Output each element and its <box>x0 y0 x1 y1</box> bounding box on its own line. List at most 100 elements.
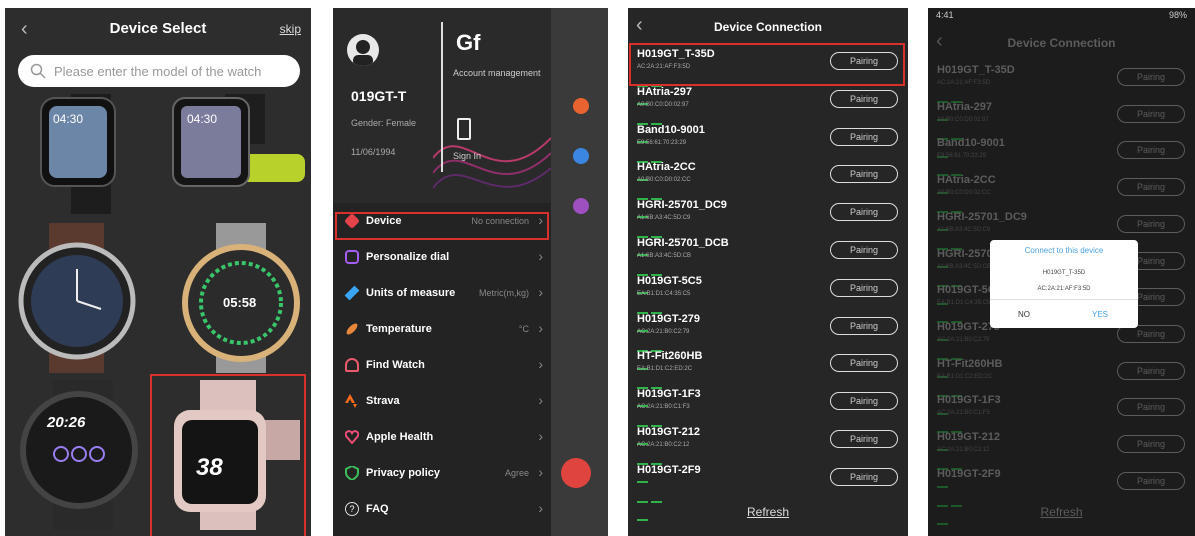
menu-item-units[interactable]: Units of measure Metric(m,kg) › <box>333 276 551 312</box>
pairing-button[interactable]: Pairing <box>830 430 898 448</box>
signal-strength-icon <box>637 301 677 332</box>
ruler-icon <box>344 285 360 301</box>
device-row[interactable]: H019GT-1F3 AC:2A:21:B0:C1:F3 Pairing <box>928 394 1195 452</box>
skip-link[interactable]: skip <box>280 22 301 36</box>
pairing-button[interactable]: Pairing <box>830 354 898 373</box>
watch-option-2[interactable]: 04:30 <box>165 94 305 234</box>
pairing-button[interactable]: Pairing <box>1117 398 1185 417</box>
device-mac: A0:B0:C0:D0:02:CC <box>937 190 991 197</box>
device-mac: AC:2A:21:B0:C2:12 <box>637 442 690 448</box>
device-name: Band10-9001 <box>937 137 1005 150</box>
device-row[interactable]: H019GT-2F9 Pairing <box>928 468 1195 525</box>
device-row[interactable]: H019GT-279 AC:2A:21:B0:C2:79 Pairing <box>628 313 908 370</box>
sign-in-icon[interactable] <box>457 118 471 140</box>
search-input[interactable]: Please enter the model of the watch <box>18 55 300 87</box>
profile-panel: 019GT-T Gender: Female 11/06/1994 Gf Acc… <box>333 8 551 203</box>
menu-item-personalize-dial[interactable]: Personalize dial › <box>333 240 551 276</box>
question-icon: ? <box>345 502 359 516</box>
connect-dialog: Connect to this device H019GT_T-35D AC:2… <box>990 240 1138 328</box>
pairing-button[interactable]: Pairing <box>1117 104 1185 123</box>
signal-strength-icon <box>937 310 977 342</box>
device-row[interactable]: HAtria-297 A0:B0:C0:D0:02:97 Pairing <box>928 101 1195 158</box>
pairing-button[interactable]: Pairing <box>1117 178 1185 197</box>
pairing-button[interactable]: Pairing <box>1117 471 1185 490</box>
pairing-button[interactable]: Pairing <box>830 316 898 335</box>
device-row[interactable]: HT-Fit260HB EA:B1:D1:C2:ED:2C Pairing <box>628 350 908 408</box>
chevron-right-icon: › <box>538 464 543 480</box>
device-row[interactable]: H019GT-2F9 Pairing <box>628 464 908 521</box>
menu-item-faq[interactable]: ? FAQ › <box>333 492 551 528</box>
signal-strength-icon <box>637 187 677 219</box>
watch-option-5[interactable]: 20:26 <box>13 380 153 530</box>
device-row[interactable]: HGRI-25701_DC9 A1:6B:A3:4C:5D:C9 Pairing <box>628 199 908 257</box>
device-row[interactable]: HAtria-2CC A0:B0:C0:D0:02:CC Pairing <box>928 174 1195 232</box>
menu-item-value: Metric(m,kg) <box>479 288 529 298</box>
pairing-button[interactable]: Pairing <box>830 392 898 411</box>
pairing-button[interactable]: Pairing <box>830 278 898 297</box>
pairing-button[interactable]: Pairing <box>830 165 898 184</box>
signal-strength-icon <box>937 494 977 525</box>
thermometer-icon <box>344 321 360 337</box>
device-mac: AC:2A:21:AF:F3:5D <box>937 80 991 86</box>
device-name: HAtria-2CC <box>937 174 996 187</box>
pairing-button[interactable]: Pairing <box>830 89 898 108</box>
pairing-button[interactable]: Pairing <box>830 127 898 146</box>
device-mac: EA:B1:D1:C4:35:C5 <box>637 290 691 297</box>
device-row[interactable]: H019GT-5C5 EA:B1:D1:C4:35:C5 Pairing <box>628 275 908 332</box>
pairing-button[interactable]: Pairing <box>1117 361 1185 380</box>
account-logo-icon[interactable]: Gf <box>456 30 480 56</box>
refresh-link[interactable]: Refresh <box>628 505 908 519</box>
divider <box>990 299 1138 300</box>
signal-strength-icon <box>937 237 977 268</box>
pairing-button[interactable]: Pairing <box>1117 214 1185 233</box>
device-row[interactable]: Band10-9001 E9:56:61:70:23:29 Pairing <box>628 124 908 181</box>
signal-strength-icon <box>637 225 677 257</box>
pairing-button[interactable]: Pairing <box>1117 68 1185 86</box>
pairing-button[interactable]: Pairing <box>1117 141 1185 160</box>
pairing-button[interactable]: Pairing <box>830 467 898 486</box>
yes-button[interactable]: YES <box>1092 310 1108 319</box>
menu-item-strava[interactable]: Strava › <box>333 384 551 420</box>
avatar[interactable] <box>347 34 379 66</box>
chevron-right-icon: › <box>538 248 543 264</box>
settings-menu: Device No connection › Personalize dial … <box>333 204 551 528</box>
account-management-label[interactable]: Account management <box>453 68 541 78</box>
sign-in-label[interactable]: Sign In <box>453 151 481 161</box>
signal-strength-icon <box>637 414 677 446</box>
device-row[interactable]: H019GT-212 AC:2A:21:B0:C2:12 Pairing <box>628 426 908 483</box>
pairing-button[interactable]: Pairing <box>830 241 898 259</box>
device-row[interactable]: HAtria-2CC A0:B0:C0:D0:02:CC Pairing <box>628 161 908 219</box>
pairing-button[interactable]: Pairing <box>830 203 898 222</box>
device-mac: AC:2A:21:B0:C2:12 <box>937 447 990 453</box>
device-mac: A1:6B:A3:4C:5D:CB <box>937 263 992 270</box>
signal-strength-icon <box>937 200 977 232</box>
menu-item-apple-health[interactable]: Apple Health › <box>333 420 551 456</box>
device-row[interactable]: Band10-9001 E9:56:61:70:23:29 Pairing <box>928 137 1195 195</box>
device-mac: A0:B0:C0:D0:02:CC <box>637 177 691 184</box>
device-row[interactable]: HAtria-297 A0:B0:C0:D0:02:97 Pairing <box>628 86 908 143</box>
device-name: HT-Fit260HB <box>637 350 703 363</box>
device-name: HAtria-2CC <box>637 161 696 174</box>
menu-item-find-watch[interactable]: Find Watch › <box>333 348 551 384</box>
watch-option-3[interactable] <box>9 223 149 373</box>
user-name: 019GT-T <box>351 88 407 104</box>
watch-face-time: 05:58 <box>223 295 257 310</box>
menu-item-temperature[interactable]: Temperature °C › <box>333 312 551 348</box>
menu-item-label: Find Watch <box>366 359 425 371</box>
device-mac: A0:B0:C0:D0:02:97 <box>937 116 989 123</box>
device-row[interactable]: H019GT-212 AC:2A:21:B0:C2:12 Pairing <box>928 431 1195 488</box>
device-row[interactable]: HGRI-25701_DCB A1:6B:A3:4C:5D:CB Pairing <box>628 237 908 294</box>
device-select-screen: ‹ Device Select skip Please enter the mo… <box>5 8 311 536</box>
signal-strength-icon <box>937 90 977 121</box>
device-row[interactable]: HT-Fit260HB EA:B1:D1:C2:ED:2C Pairing <box>928 358 1195 415</box>
watch-option-1[interactable]: 04:30 <box>13 94 153 234</box>
no-button[interactable]: NO <box>1018 310 1030 319</box>
pairing-button[interactable]: Pairing <box>1117 435 1185 453</box>
selection-highlight <box>150 374 306 536</box>
menu-item-label: Strava <box>366 395 400 407</box>
menu-item-privacy-policy[interactable]: Privacy policy Agree › <box>333 456 551 492</box>
watch-option-4[interactable]: 05:58 <box>161 223 301 373</box>
device-row[interactable]: H019GT-1F3 AC:2A:21:B0:C1:F3 Pairing <box>628 388 908 446</box>
device-row[interactable]: H019GT_T-35D AC:2A:21:AF:F3:5D Pairing <box>928 64 1195 121</box>
refresh-link[interactable]: Refresh <box>928 505 1195 519</box>
